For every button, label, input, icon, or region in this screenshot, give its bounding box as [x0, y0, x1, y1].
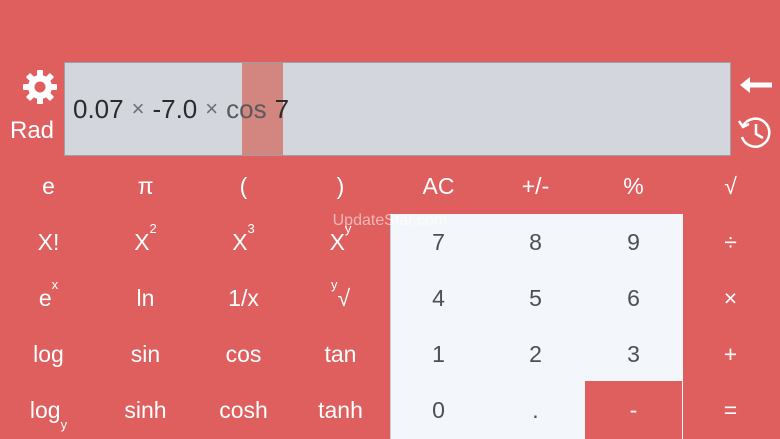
- key-root-symbol: √: [337, 284, 351, 311]
- key-minus[interactable]: -: [585, 382, 682, 438]
- expression-display[interactable]: 0.07 × -7.0 × cos 7: [64, 62, 731, 156]
- key-nth-root[interactable]: y √: [292, 270, 389, 326]
- key-sqrt[interactable]: √: [682, 158, 779, 214]
- expr-token: 7: [274, 93, 290, 124]
- key-2[interactable]: 2: [487, 326, 584, 382]
- key-0[interactable]: 0: [390, 382, 487, 438]
- key-square-base: X: [134, 228, 150, 255]
- key-cosh[interactable]: cosh: [195, 382, 292, 438]
- key-e[interactable]: e: [0, 158, 97, 214]
- key-logy-base: log: [29, 396, 61, 423]
- expr-token: -7.0: [152, 93, 198, 124]
- angle-mode-toggle[interactable]: Rad: [10, 117, 58, 145]
- key-divide[interactable]: ÷: [682, 214, 779, 270]
- key-3[interactable]: 3: [585, 326, 682, 382]
- expr-function: cos: [226, 93, 267, 124]
- key-power[interactable]: Xy: [292, 214, 389, 270]
- key-ln[interactable]: ln: [97, 270, 194, 326]
- key-cos[interactable]: cos: [195, 326, 292, 382]
- key-sin[interactable]: sin: [97, 326, 194, 382]
- key-7[interactable]: 7: [390, 214, 487, 270]
- key-8[interactable]: 8: [487, 214, 584, 270]
- settings-button[interactable]: [21, 67, 59, 107]
- backspace-button[interactable]: [738, 74, 774, 96]
- key-1[interactable]: 1: [390, 326, 487, 382]
- expr-operator: ×: [205, 96, 219, 121]
- history-clock-icon: [737, 117, 771, 148]
- key-exp-exp: x: [51, 276, 59, 292]
- key-all-clear[interactable]: AC: [390, 158, 487, 214]
- key-log[interactable]: log: [0, 326, 97, 382]
- key-exp[interactable]: ex: [0, 270, 97, 326]
- key-multiply[interactable]: ×: [682, 270, 779, 326]
- key-cube-exp: 3: [247, 220, 255, 236]
- key-power-exp: y: [344, 220, 352, 236]
- key-equals[interactable]: =: [682, 382, 779, 438]
- key-root-index: y: [330, 276, 338, 292]
- key-log-base-y[interactable]: log y: [0, 382, 97, 438]
- expression-text: 0.07 × -7.0 × cos 7: [73, 63, 289, 155]
- history-button[interactable]: [736, 114, 774, 152]
- key-5[interactable]: 5: [487, 270, 584, 326]
- key-exp-base: e: [38, 284, 52, 311]
- key-power-base: X: [329, 228, 345, 255]
- key-sinh[interactable]: sinh: [97, 382, 194, 438]
- key-cube[interactable]: X3: [195, 214, 292, 270]
- key-reciprocal[interactable]: 1/x: [195, 270, 292, 326]
- arrow-left-icon: [740, 77, 772, 93]
- gear-icon: [23, 70, 57, 104]
- key-tanh[interactable]: tanh: [292, 382, 389, 438]
- key-6[interactable]: 6: [585, 270, 682, 326]
- key-percent[interactable]: %: [585, 158, 682, 214]
- key-tan[interactable]: tan: [292, 326, 389, 382]
- key-plus[interactable]: +: [682, 326, 779, 382]
- key-square[interactable]: X2: [97, 214, 194, 270]
- key-square-exp: 2: [149, 220, 157, 236]
- key-sign[interactable]: +/-: [487, 158, 584, 214]
- key-close-paren[interactable]: ): [292, 158, 389, 214]
- key-decimal[interactable]: .: [487, 382, 584, 438]
- expr-token: 0.07: [73, 93, 124, 124]
- key-logy-sub: y: [60, 416, 68, 432]
- key-pi[interactable]: π: [97, 158, 194, 214]
- key-4[interactable]: 4: [390, 270, 487, 326]
- key-cube-base: X: [232, 228, 248, 255]
- expr-operator: ×: [131, 96, 145, 121]
- key-factorial[interactable]: X!: [0, 214, 97, 270]
- key-open-paren[interactable]: (: [195, 158, 292, 214]
- key-9[interactable]: 9: [585, 214, 682, 270]
